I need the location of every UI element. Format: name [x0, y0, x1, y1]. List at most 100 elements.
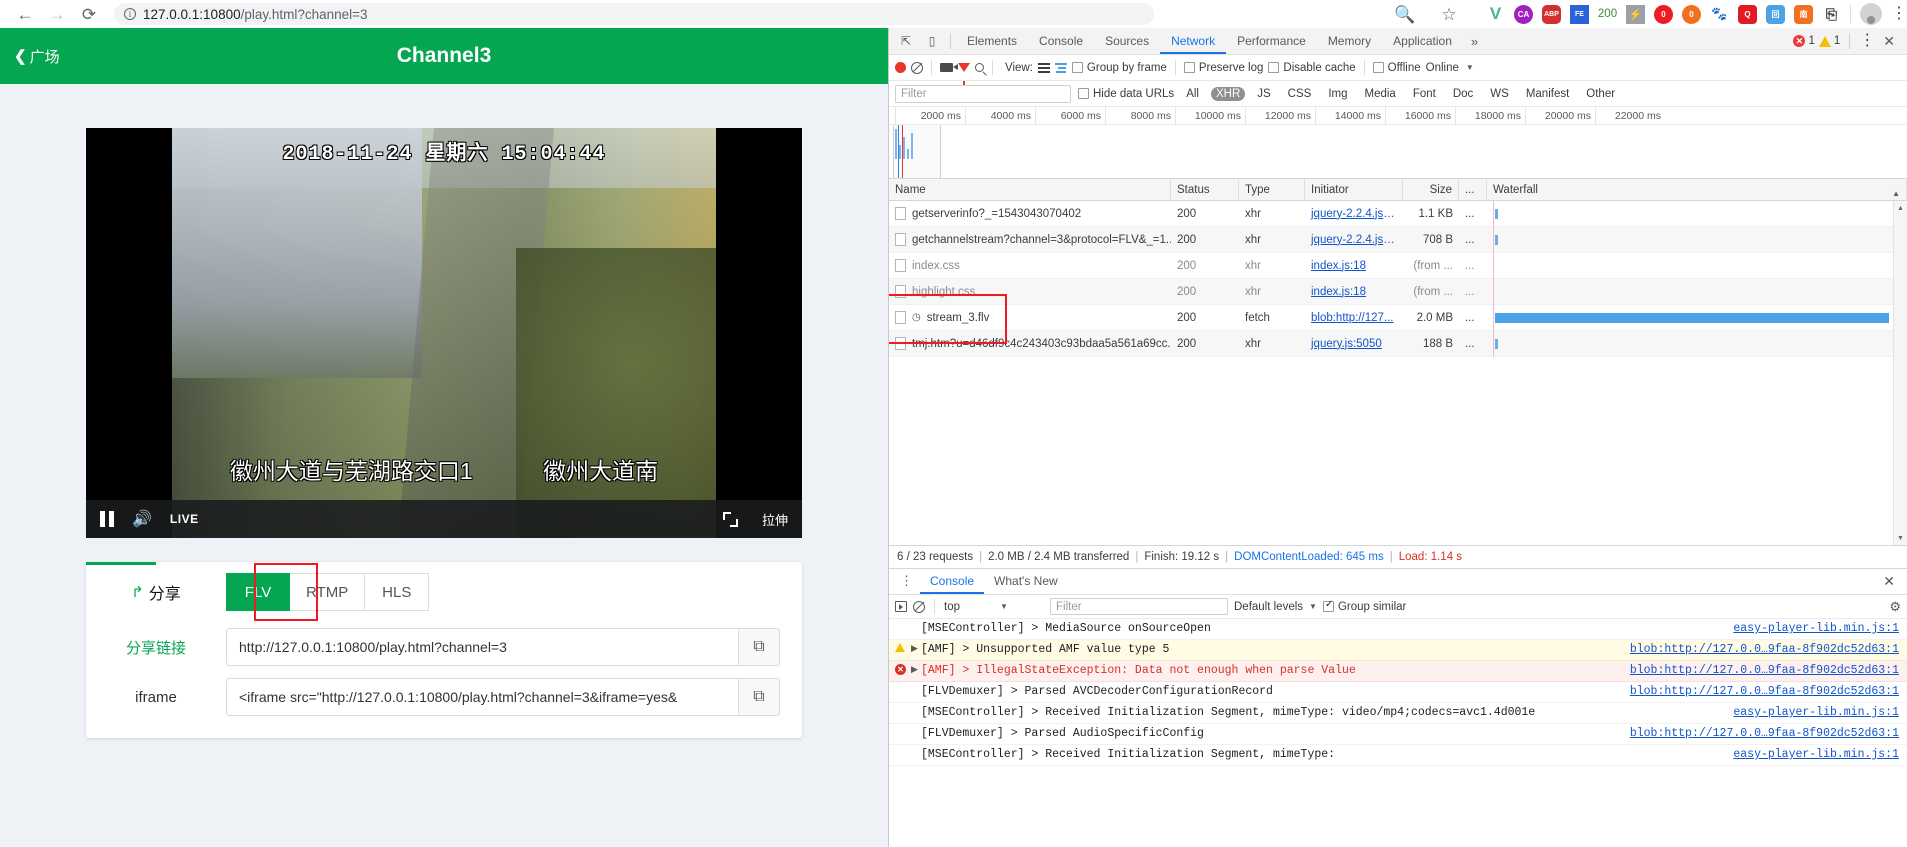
- filter-type-ws[interactable]: WS: [1485, 87, 1514, 101]
- console-log-entry[interactable]: [MSEController] > Received Initializatio…: [889, 703, 1907, 724]
- network-timeline-overview[interactable]: 2000 ms 4000 ms 6000 ms 8000 ms 10000 ms…: [889, 107, 1907, 179]
- request-name-cell[interactable]: index.css: [889, 253, 1171, 279]
- share-link-input[interactable]: [226, 628, 738, 666]
- column-header-waterfall[interactable]: Waterfall ▲: [1487, 178, 1907, 201]
- filter-type-doc[interactable]: Doc: [1448, 87, 1478, 101]
- console-log-entry[interactable]: ▶ [AMF] > Unsupported AMF value type 5 b…: [889, 640, 1907, 661]
- drawer-kebab-icon[interactable]: ⋮: [893, 574, 920, 588]
- tab-network[interactable]: Network: [1160, 28, 1226, 54]
- console-log-entry[interactable]: [MSEController] > MediaSource onSourceOp…: [889, 619, 1907, 640]
- group-by-frame-checkbox[interactable]: Group by frame: [1071, 62, 1167, 74]
- tab-memory[interactable]: Memory: [1317, 28, 1382, 54]
- chrome-menu-icon[interactable]: ⋮: [1891, 6, 1907, 22]
- octagon-orange-icon[interactable]: 0: [1682, 4, 1701, 24]
- column-header-size[interactable]: Size: [1403, 178, 1459, 201]
- drawer-tab-whats-new[interactable]: What's New: [984, 569, 1068, 594]
- error-count-badge[interactable]: ✕ 1: [1793, 35, 1815, 47]
- funnel-icon[interactable]: [958, 63, 970, 85]
- table-row[interactable]: getchannelstream?channel=3&protocol=FLV&…: [889, 226, 1907, 253]
- chevron-double-right-icon[interactable]: »: [1463, 34, 1486, 49]
- octagon-red-icon[interactable]: 0: [1654, 4, 1673, 24]
- fehelper-icon[interactable]: FE: [1570, 4, 1589, 24]
- tab-rtmp[interactable]: RTMP: [290, 573, 366, 611]
- table-row[interactable]: index.css 200 xhr index.js:18 (from ... …: [889, 252, 1907, 279]
- filter-type-all[interactable]: All: [1181, 87, 1204, 101]
- tab-console[interactable]: Console: [1028, 28, 1094, 54]
- log-source-link[interactable]: blob:http://127.0.0…9faa-8f902dc52d63:1: [1630, 726, 1899, 742]
- log-source-link[interactable]: easy-player-lib.min.js:1: [1733, 705, 1899, 721]
- table-row[interactable]: highlight.css 200 xhr index.js:18 (from …: [889, 278, 1907, 305]
- execute-icon[interactable]: [895, 601, 907, 612]
- column-header-type[interactable]: Type: [1239, 178, 1305, 201]
- throttle-select[interactable]: Online: [1426, 62, 1459, 74]
- waterfall-view-icon[interactable]: [1054, 62, 1067, 73]
- pause-icon[interactable]: [100, 511, 114, 527]
- preserve-log-checkbox[interactable]: Preserve log: [1183, 62, 1263, 74]
- blue-app-icon[interactable]: 回: [1766, 4, 1785, 24]
- group-similar-checkbox[interactable]: Group similar: [1322, 599, 1406, 613]
- table-row[interactable]: tmj.htm?u=d46df9c4c243403c93bdaa5a561a69…: [889, 330, 1907, 357]
- record-icon[interactable]: [895, 62, 906, 73]
- console-filter-input[interactable]: [1050, 598, 1228, 615]
- stretch-button[interactable]: 拉伸: [762, 510, 788, 529]
- filter-type-manifest[interactable]: Manifest: [1521, 87, 1574, 101]
- filter-type-css[interactable]: CSS: [1283, 87, 1317, 101]
- log-source-link[interactable]: easy-player-lib.min.js:1: [1733, 621, 1899, 637]
- orange-app-icon[interactable]: 南: [1794, 4, 1813, 24]
- tab-sources[interactable]: Sources: [1094, 28, 1160, 54]
- request-name-cell[interactable]: getchannelstream?channel=3&protocol=FLV&…: [889, 227, 1171, 253]
- search-icon[interactable]: [975, 63, 984, 72]
- scroll-up-arrow-icon[interactable]: ▲: [1894, 201, 1907, 215]
- filter-type-js[interactable]: JS: [1252, 87, 1275, 101]
- column-header-overflow[interactable]: ...: [1459, 178, 1487, 201]
- filter-input[interactable]: [895, 84, 1071, 103]
- close-icon[interactable]: ✕: [1879, 33, 1899, 50]
- request-initiator[interactable]: jquery-2.2.4.js:9...: [1305, 227, 1403, 253]
- info-circle-icon[interactable]: i: [124, 8, 136, 20]
- table-row[interactable]: getserverinfo?_=1543043070402 200 xhr jq…: [889, 201, 1907, 227]
- chevron-down-icon[interactable]: ▼: [1466, 63, 1474, 72]
- console-levels-select[interactable]: Default levels: [1234, 601, 1303, 613]
- profile-avatar-icon[interactable]: [1860, 3, 1882, 25]
- adblock-plus-icon[interactable]: ABP: [1542, 4, 1561, 24]
- filter-type-font[interactable]: Font: [1408, 87, 1441, 101]
- tab-application[interactable]: Application: [1382, 28, 1463, 54]
- camera-icon[interactable]: [940, 63, 958, 72]
- request-name-cell[interactable]: tmj.htm?u=d46df9c4c243403c93bdaa5a561a69…: [889, 331, 1171, 357]
- request-name-cell[interactable]: getserverinfo?_=1543043070402: [889, 201, 1171, 227]
- log-source-link[interactable]: blob:http://127.0.0…9faa-8f902dc52d63:1: [1630, 684, 1899, 700]
- request-name-cell[interactable]: highlight.css: [889, 279, 1171, 305]
- column-header-initiator[interactable]: Initiator: [1305, 178, 1403, 201]
- request-initiator[interactable]: blob:http://127...: [1305, 305, 1403, 331]
- http-status-icon[interactable]: 200: [1598, 5, 1617, 24]
- device-toolbar-icon[interactable]: ▯: [919, 29, 945, 53]
- iframe-input[interactable]: [226, 678, 738, 716]
- hide-data-urls-checkbox[interactable]: Hide data URLs: [1078, 88, 1174, 100]
- fullscreen-icon[interactable]: [722, 511, 738, 527]
- star-icon[interactable]: ☆: [1434, 1, 1464, 27]
- cat-icon[interactable]: 🐾: [1710, 4, 1729, 24]
- console-log-entry[interactable]: [FLVDemuxer] > Parsed AudioSpecificConfi…: [889, 724, 1907, 745]
- request-initiator[interactable]: jquery-2.2.4.js:9...: [1305, 201, 1403, 227]
- log-source-link[interactable]: blob:http://127.0.0…9faa-8f902dc52d63:1: [1630, 642, 1899, 658]
- log-source-link[interactable]: easy-player-lib.min.js:1: [1733, 747, 1899, 763]
- doc-search-icon[interactable]: ⎘: [1822, 5, 1841, 24]
- copy-icon[interactable]: ⧉: [738, 628, 780, 666]
- request-name-cell[interactable]: ◷ stream_3.flv: [889, 305, 1171, 331]
- colorzilla-icon[interactable]: CA: [1514, 4, 1533, 24]
- volume-icon[interactable]: 🔊: [132, 509, 152, 529]
- request-initiator[interactable]: jquery.js:5050: [1305, 331, 1403, 357]
- log-source-link[interactable]: blob:http://127.0.0…9faa-8f902dc52d63:1: [1630, 663, 1899, 679]
- reload-icon[interactable]: ⟳: [74, 1, 104, 27]
- copy-icon[interactable]: ⧉: [738, 678, 780, 716]
- tab-elements[interactable]: Elements: [956, 28, 1028, 54]
- chevron-down-icon[interactable]: ▼: [1309, 602, 1317, 611]
- console-log-entry[interactable]: ✕ ▶ [AMF] > IllegalStateException: Data …: [889, 661, 1907, 682]
- filter-type-xhr[interactable]: XHR: [1210, 86, 1246, 101]
- address-bar[interactable]: i 127.0.0.1:10800/play.html?channel=3: [114, 3, 1154, 25]
- inspect-element-icon[interactable]: ⇱: [893, 29, 919, 53]
- forward-arrow-icon[interactable]: →: [42, 1, 72, 27]
- console-context-select[interactable]: top ▼: [944, 601, 1044, 613]
- back-to-plaza-link[interactable]: ❮ 广场: [14, 46, 60, 67]
- column-header-status[interactable]: Status: [1171, 178, 1239, 201]
